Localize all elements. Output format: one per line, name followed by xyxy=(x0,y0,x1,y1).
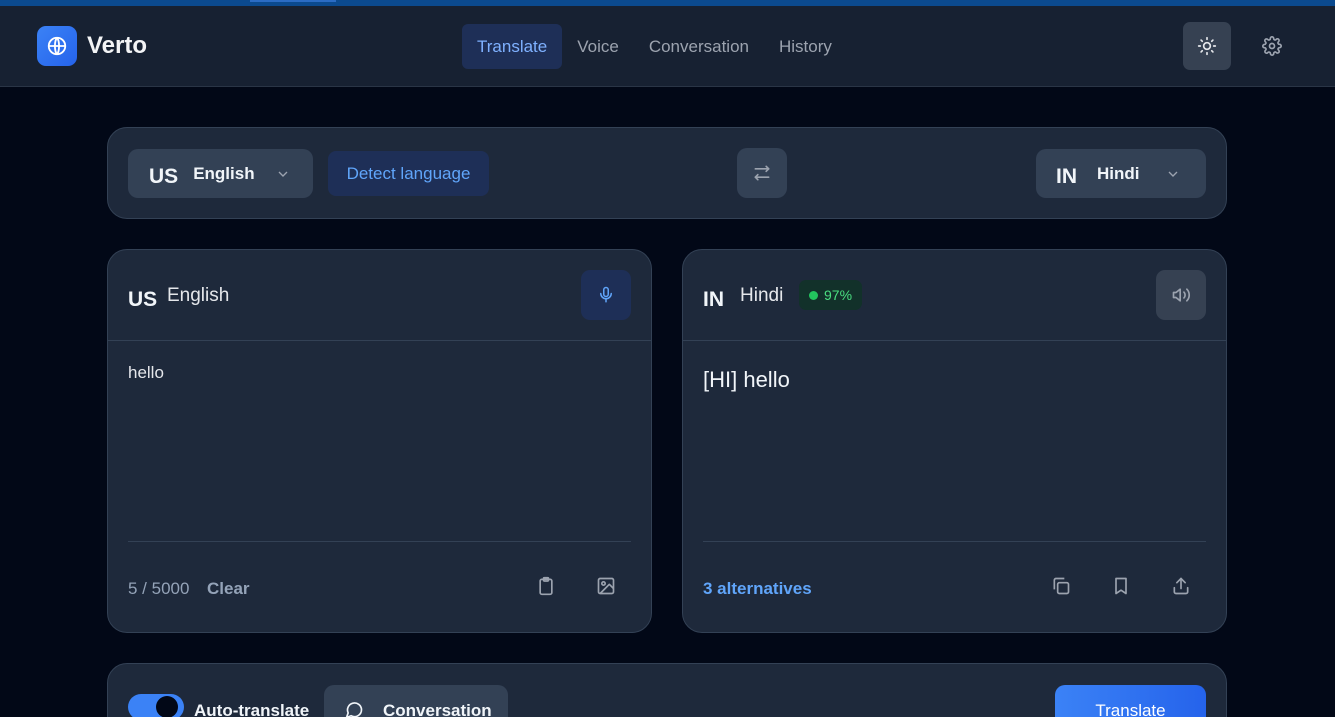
chevron-down-icon xyxy=(278,171,288,177)
paste-button[interactable] xyxy=(528,568,564,604)
conversation-button-label: Conversation xyxy=(383,701,492,717)
target-card: IN Hindi 97% [HI] hello 3 alternatives xyxy=(682,249,1227,633)
copy-button[interactable] xyxy=(1043,568,1079,604)
translate-button-label: Translate xyxy=(1095,701,1166,717)
swap-arrows-icon xyxy=(754,165,770,181)
chat-bubble-icon xyxy=(345,702,363,717)
character-counter: 5 / 5000 xyxy=(128,579,190,598)
source-card-header: US English xyxy=(108,250,651,341)
target-card-divider xyxy=(703,541,1206,542)
image-upload-button[interactable] xyxy=(588,568,624,604)
target-flag-code: IN xyxy=(1056,164,1077,188)
top-accent-highlight xyxy=(250,0,336,2)
main-nav: Translate Voice Conversation History xyxy=(462,24,847,69)
target-language-select[interactable]: IN Hindi xyxy=(1036,149,1206,198)
sun-icon xyxy=(1197,36,1217,56)
bottom-action-bar: Auto-translate Conversation Translate xyxy=(107,663,1227,717)
language-bar: US English Detect language IN Hindi xyxy=(107,127,1227,219)
target-card-flag-code: IN xyxy=(703,288,724,311)
chevron-down-icon xyxy=(1168,171,1177,177)
conversation-button[interactable]: Conversation xyxy=(324,685,508,717)
target-card-header: IN Hindi 97% xyxy=(683,250,1226,341)
source-flag-code: US xyxy=(149,164,179,188)
microphone-button[interactable] xyxy=(581,270,631,320)
source-language-name: English xyxy=(193,163,255,183)
bookmark-button[interactable] xyxy=(1103,568,1139,604)
share-icon xyxy=(1173,577,1189,595)
clear-button[interactable]: Clear xyxy=(207,579,250,599)
auto-translate-label: Auto-translate xyxy=(194,701,310,717)
speak-button[interactable] xyxy=(1156,270,1206,320)
source-card: US English 5 / 5000 Clear xyxy=(107,249,652,633)
source-card-language: English xyxy=(167,285,230,306)
microphone-icon xyxy=(600,286,612,303)
globe-logo-icon xyxy=(37,26,77,66)
tab-translate[interactable]: Translate xyxy=(462,24,563,69)
swap-languages-button[interactable] xyxy=(737,148,787,198)
tab-conversation[interactable]: Conversation xyxy=(634,24,764,69)
bookmark-icon xyxy=(1115,577,1127,595)
toggle-knob xyxy=(156,696,178,717)
settings-button[interactable] xyxy=(1248,22,1296,70)
tab-history[interactable]: History xyxy=(764,24,847,69)
app-name: Verto xyxy=(87,32,148,59)
share-button[interactable] xyxy=(1163,568,1199,604)
tab-voice[interactable]: Voice xyxy=(562,24,634,69)
theme-toggle-button[interactable] xyxy=(1183,22,1231,70)
confidence-badge: 97% xyxy=(799,280,863,310)
app-header: Verto Translate Voice Conversation Histo… xyxy=(0,6,1335,87)
translation-output: [HI] hello xyxy=(703,367,790,392)
source-card-divider xyxy=(128,541,631,542)
copy-icon xyxy=(1053,577,1070,595)
source-text-input[interactable] xyxy=(128,363,631,538)
confidence-dot xyxy=(809,290,818,300)
translate-button[interactable]: Translate xyxy=(1055,685,1206,717)
source-card-flag-code: US xyxy=(128,288,158,311)
detect-language-button[interactable]: Detect language xyxy=(328,151,489,196)
target-card-language: Hindi xyxy=(740,285,784,306)
auto-translate-toggle[interactable] xyxy=(128,694,184,717)
confidence-value: 97% xyxy=(824,287,853,303)
alternatives-link[interactable]: 3 alternatives xyxy=(703,579,812,599)
speaker-icon xyxy=(1172,288,1191,302)
source-language-select[interactable]: US English xyxy=(128,149,313,198)
clipboard-icon xyxy=(539,576,553,596)
gear-icon xyxy=(1262,36,1282,56)
target-language-name: Hindi xyxy=(1097,163,1140,183)
image-icon xyxy=(597,577,615,595)
